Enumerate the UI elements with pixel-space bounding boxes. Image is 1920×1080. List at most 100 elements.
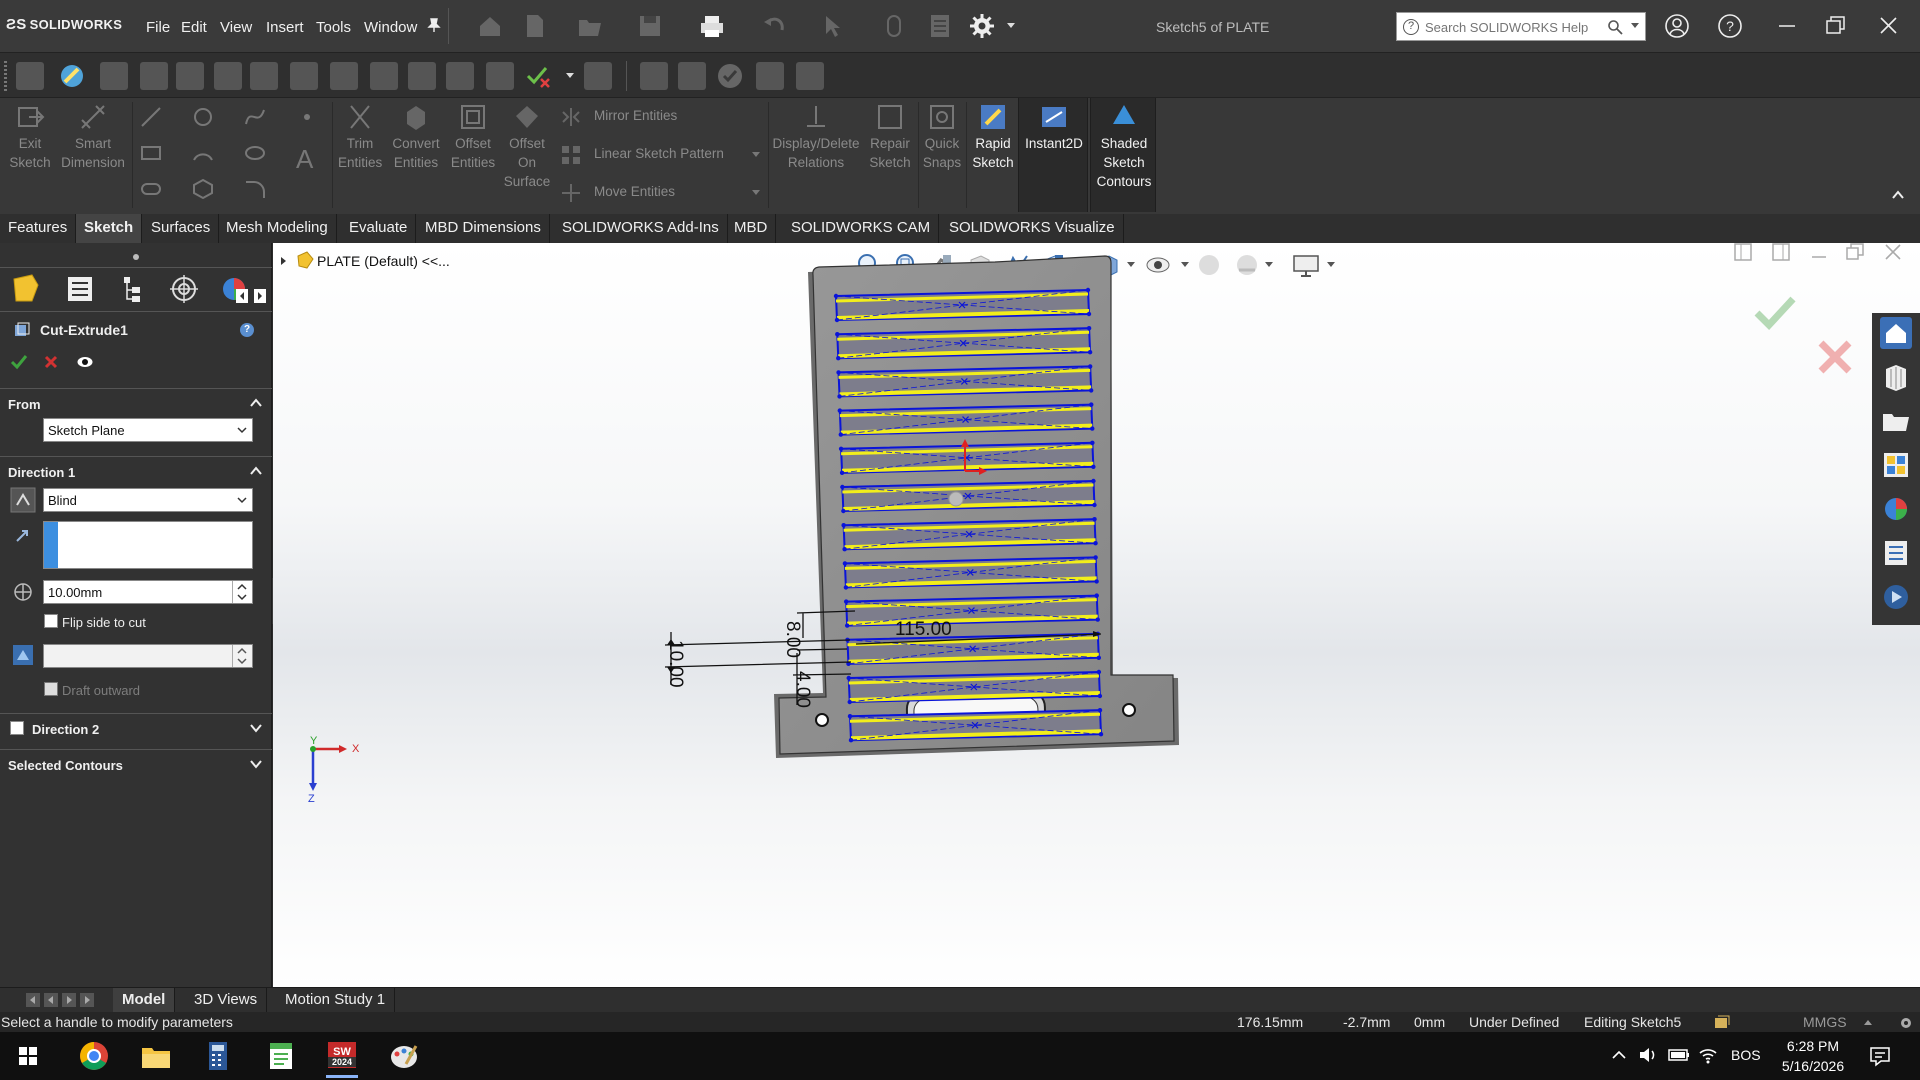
sketch-point[interactable]	[1088, 388, 1094, 393]
windows-start-icon[interactable]	[8, 1038, 48, 1074]
tool-icon[interactable]	[176, 62, 204, 90]
sketch-point[interactable]	[841, 508, 846, 514]
sketch-point[interactable]	[1086, 311, 1092, 317]
sketch-point[interactable]	[1086, 326, 1092, 331]
spinner-buttons[interactable]	[232, 581, 252, 603]
sketch-point[interactable]	[1091, 464, 1096, 469]
text-tool-icon[interactable]: A	[296, 144, 313, 175]
tool-icon[interactable]	[214, 62, 242, 90]
offset-entities-button[interactable]: Offset Entities	[446, 102, 500, 172]
tab-solidworks-add-ins[interactable]: SOLIDWORKS Add-Ins	[554, 214, 728, 243]
quick-snaps-button[interactable]: Quick Snaps	[920, 102, 964, 172]
draft-icon[interactable]	[12, 644, 34, 666]
move-entities-button[interactable]: Move Entities	[594, 184, 675, 199]
property-manager-tab-icon[interactable]	[60, 271, 100, 307]
sketch-point[interactable]	[837, 408, 843, 413]
sketch-point[interactable]	[1094, 593, 1099, 598]
appearances-icon[interactable]	[1880, 493, 1912, 525]
section-direction2-header[interactable]: Direction 2	[0, 713, 272, 743]
home-icon[interactable]	[476, 12, 504, 40]
menu-file[interactable]: File	[146, 19, 170, 36]
sketch-point[interactable]	[840, 484, 845, 490]
draft-outward-checkbox[interactable]	[44, 682, 58, 696]
sketch-point[interactable]	[1091, 478, 1096, 484]
view-palette-icon[interactable]	[1880, 449, 1912, 481]
pin-icon[interactable]	[426, 17, 442, 33]
confirm-check-icon[interactable]	[716, 62, 744, 90]
paint-app-icon[interactable]	[384, 1038, 424, 1074]
sketch-point[interactable]	[847, 699, 852, 705]
sketch-point[interactable]	[1087, 364, 1093, 369]
tool-icon[interactable]	[370, 62, 398, 90]
chevron-down-icon[interactable]	[752, 152, 760, 158]
menu-insert[interactable]: Insert	[266, 19, 304, 36]
sketch-point[interactable]	[843, 599, 849, 604]
graphics-area[interactable]: PLATE (Default) <<... 115.00 8.00 4.00 1…	[273, 243, 1920, 987]
sketch-point[interactable]	[1090, 440, 1095, 445]
save-icon[interactable]	[636, 12, 664, 40]
dimension-offset[interactable]: 4.00	[791, 671, 813, 708]
sketch-point[interactable]	[838, 446, 844, 451]
solidworks-taskbar-button[interactable]: SW 2024	[322, 1038, 362, 1078]
sketch-point[interactable]	[833, 293, 839, 299]
from-select[interactable]: Sketch Plane	[43, 418, 253, 442]
volume-icon[interactable]	[1638, 1045, 1658, 1065]
sketch-point[interactable]	[842, 547, 847, 552]
section-selected-contours-header[interactable]: Selected Contours	[0, 749, 272, 779]
sketch-point[interactable]	[844, 623, 850, 628]
repair-sketch-button[interactable]: Repair Sketch	[866, 102, 914, 172]
tab-solidworks-cam[interactable]: SOLIDWORKS CAM	[783, 214, 940, 243]
sketch-icon[interactable]	[58, 62, 86, 90]
print-icon[interactable]	[698, 12, 726, 40]
tab-surfaces[interactable]: Surfaces	[143, 214, 220, 243]
input-language[interactable]: BOS	[1731, 1047, 1761, 1063]
status-units[interactable]: MMGS	[1803, 1014, 1847, 1030]
mirror-entities-button[interactable]: Mirror Entities	[594, 108, 677, 123]
spinner-buttons[interactable]	[232, 645, 252, 667]
tab-3d-views[interactable]: 3D Views	[185, 988, 268, 1013]
sketch-point[interactable]	[837, 394, 842, 399]
tool-icon[interactable]	[446, 62, 474, 90]
circle-tool-icon[interactable]	[192, 106, 214, 128]
sketch-point[interactable]	[1092, 517, 1097, 522]
file-explorer-taskbar-icon[interactable]	[136, 1038, 176, 1074]
tab-evaluate[interactable]: Evaluate	[341, 214, 417, 243]
customize-status-bar-icon[interactable]	[1898, 1015, 1914, 1031]
custom-properties-icon[interactable]	[1880, 537, 1912, 569]
direction-selection-box[interactable]	[43, 521, 253, 569]
end-condition-select[interactable]: Blind	[43, 488, 253, 512]
tool-icon[interactable]	[140, 62, 168, 90]
section-from-header[interactable]: From	[0, 388, 272, 418]
tab-mbd[interactable]: MBD	[726, 214, 777, 243]
chrome-icon[interactable]	[74, 1038, 114, 1074]
slot-tool-icon[interactable]	[140, 178, 162, 200]
ellipse-tool-icon[interactable]	[244, 142, 266, 164]
flip-side-checkbox[interactable]	[44, 614, 58, 628]
open-folder-icon[interactable]	[576, 12, 604, 40]
arc-tool-icon[interactable]	[192, 142, 214, 164]
forum-icon[interactable]	[1880, 581, 1912, 613]
tool-icon[interactable]	[796, 62, 824, 90]
close-window-icon[interactable]	[1880, 17, 1897, 34]
sketch-point[interactable]	[838, 432, 844, 437]
dimension-width[interactable]: 115.00	[895, 619, 952, 641]
chevron-down-icon[interactable]	[1631, 23, 1639, 29]
sketch-point[interactable]	[1094, 579, 1099, 584]
tab-features[interactable]: Features	[0, 214, 77, 243]
rapid-sketch-button[interactable]: Rapid Sketch	[968, 102, 1018, 172]
sketch-point[interactable]	[842, 561, 848, 566]
show-hidden-icons-icon[interactable]	[1612, 1050, 1626, 1060]
menu-tools[interactable]: Tools	[316, 19, 351, 36]
sketch-point[interactable]	[846, 675, 851, 681]
help-search-box[interactable]: ?	[1396, 12, 1646, 41]
collapse-ribbon-icon[interactable]	[1892, 190, 1904, 200]
rebuild-icon[interactable]	[880, 12, 908, 40]
tab-solidworks-visualize[interactable]: SOLIDWORKS Visualize	[941, 214, 1124, 243]
battery-icon[interactable]	[1668, 1045, 1690, 1065]
instant2d-button[interactable]: Instant2D	[1018, 98, 1088, 212]
solidworks-resources-icon[interactable]	[1880, 317, 1912, 349]
spline-tool-icon[interactable]	[244, 106, 266, 128]
toolbar-grip[interactable]	[4, 61, 7, 91]
rebuild-indicator-icon[interactable]	[1714, 1015, 1730, 1029]
trim-entities-button[interactable]: Trim Entities	[338, 102, 382, 172]
